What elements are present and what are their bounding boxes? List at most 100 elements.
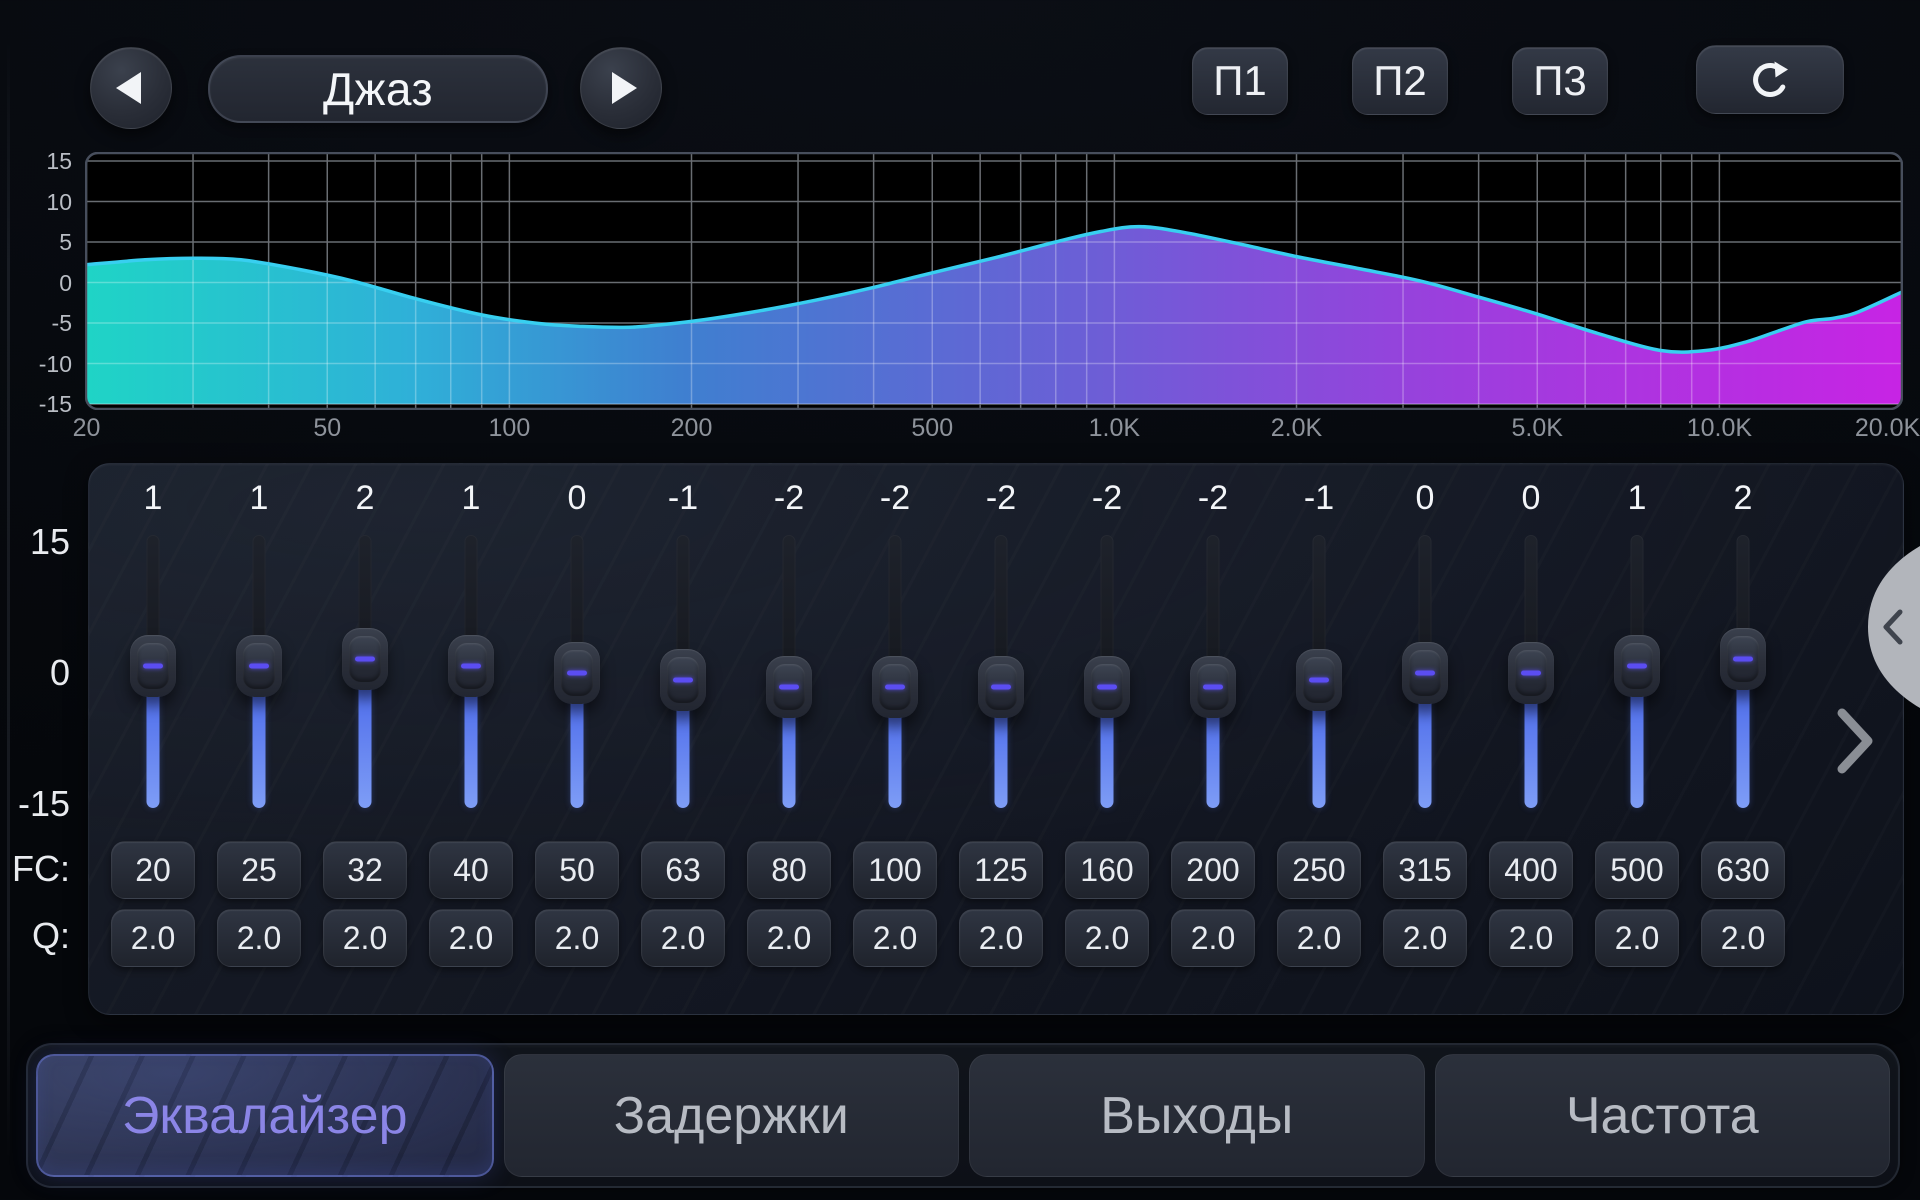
fader-handle[interactable] xyxy=(1614,635,1660,697)
fader-handle-inner xyxy=(455,643,487,689)
y-tick-label: -5 xyxy=(0,308,72,338)
fader-handle[interactable] xyxy=(1190,656,1236,718)
x-tick-label: 50 xyxy=(282,413,372,443)
q-value-button[interactable]: 2.0 xyxy=(959,909,1043,967)
fc-value-button[interactable]: 160 xyxy=(1065,841,1149,899)
q-value-button[interactable]: 2.0 xyxy=(323,909,407,967)
q-value-button[interactable]: 2.0 xyxy=(1383,909,1467,967)
q-value-button[interactable]: 2.0 xyxy=(1701,909,1785,967)
q-value-button[interactable]: 2.0 xyxy=(217,909,301,967)
fc-value-button[interactable]: 63 xyxy=(641,841,725,899)
memory-preset-3-button[interactable]: П3 xyxy=(1512,47,1608,115)
fader-handle[interactable] xyxy=(1720,628,1766,690)
fc-value-button[interactable]: 500 xyxy=(1595,841,1679,899)
eq-band: 1 40 2.0 xyxy=(418,463,524,1013)
eq-band: -2 200 2.0 xyxy=(1160,463,1266,1013)
fc-value-button[interactable]: 50 xyxy=(535,841,619,899)
band-gain-value: 1 xyxy=(1584,479,1690,518)
fc-row-label: FC: xyxy=(0,847,70,891)
fader-handle[interactable] xyxy=(1402,642,1448,704)
x-tick-label: 500 xyxy=(887,413,977,443)
handle-grip-icon xyxy=(567,671,587,676)
fc-value-button[interactable]: 80 xyxy=(747,841,831,899)
fader-handle-inner xyxy=(243,643,275,689)
fc-value-button[interactable]: 200 xyxy=(1171,841,1255,899)
fc-value-button[interactable]: 125 xyxy=(959,841,1043,899)
band-gain-value: -1 xyxy=(630,479,736,518)
fader-handle-inner xyxy=(1197,664,1229,710)
q-value-button[interactable]: 2.0 xyxy=(641,909,725,967)
handle-grip-icon xyxy=(1309,678,1329,683)
fader-handle[interactable] xyxy=(130,635,176,697)
eq-band: 0 400 2.0 xyxy=(1478,463,1584,1013)
fc-value-button[interactable]: 630 xyxy=(1701,841,1785,899)
handle-grip-icon xyxy=(991,685,1011,690)
fc-value-button[interactable]: 32 xyxy=(323,841,407,899)
side-drawer-handle[interactable] xyxy=(1862,540,1920,715)
tab-frequency[interactable]: Частота xyxy=(1435,1054,1891,1177)
handle-grip-icon xyxy=(461,663,481,668)
tab-delays-label: Задержки xyxy=(614,1086,849,1146)
band-gain-value: 2 xyxy=(312,479,418,518)
tab-equalizer[interactable]: Эквалайзер xyxy=(36,1054,494,1177)
preset-name-label: Джаз xyxy=(323,62,433,116)
memory-preset-2-button[interactable]: П2 xyxy=(1352,47,1448,115)
preset-next-button[interactable] xyxy=(580,47,662,129)
handle-grip-icon xyxy=(885,685,905,690)
q-value-button[interactable]: 2.0 xyxy=(111,909,195,967)
fc-value-button[interactable]: 100 xyxy=(853,841,937,899)
y-tick-label: 10 xyxy=(0,187,72,217)
fc-value-button[interactable]: 250 xyxy=(1277,841,1361,899)
memory-preset-2-label: П2 xyxy=(1373,57,1427,105)
preset-name-display[interactable]: Джаз xyxy=(208,55,548,123)
eq-response-plot xyxy=(85,152,1903,410)
band-gain-value: 1 xyxy=(418,479,524,518)
band-gain-value: 0 xyxy=(524,479,630,518)
q-row-label: Q: xyxy=(0,914,70,958)
next-bands-page-button[interactable] xyxy=(1832,704,1884,778)
fader-handle[interactable] xyxy=(236,635,282,697)
bottom-tab-bar: Эквалайзер Задержки Выходы Частота xyxy=(26,1043,1900,1188)
x-tick-label: 100 xyxy=(464,413,554,443)
band-gain-value: 0 xyxy=(1372,479,1478,518)
triangle-right-icon xyxy=(612,72,637,104)
fc-value-button[interactable]: 20 xyxy=(111,841,195,899)
eq-band: -2 80 2.0 xyxy=(736,463,842,1013)
tab-outputs[interactable]: Выходы xyxy=(969,1054,1425,1177)
fader-handle[interactable] xyxy=(1296,649,1342,711)
memory-preset-1-button[interactable]: П1 xyxy=(1192,47,1288,115)
preset-prev-button[interactable] xyxy=(90,47,172,129)
fader-handle-inner xyxy=(985,664,1017,710)
y-tick-label: 5 xyxy=(0,227,72,257)
q-value-button[interactable]: 2.0 xyxy=(1277,909,1361,967)
handle-grip-icon xyxy=(1097,685,1117,690)
fc-value-button[interactable]: 400 xyxy=(1489,841,1573,899)
fader-handle-inner xyxy=(349,636,381,682)
eq-band: 2 32 2.0 xyxy=(312,463,418,1013)
tab-outputs-label: Выходы xyxy=(1100,1086,1293,1146)
fc-value-button[interactable]: 315 xyxy=(1383,841,1467,899)
q-value-button[interactable]: 2.0 xyxy=(1065,909,1149,967)
fader-handle[interactable] xyxy=(660,649,706,711)
q-value-button[interactable]: 2.0 xyxy=(1171,909,1255,967)
fader-handle[interactable] xyxy=(1084,656,1130,718)
fader-handle[interactable] xyxy=(978,656,1024,718)
fader-handle[interactable] xyxy=(554,642,600,704)
fader-handle[interactable] xyxy=(766,656,812,718)
reset-button[interactable] xyxy=(1696,45,1844,114)
fader-handle[interactable] xyxy=(448,635,494,697)
q-value-button[interactable]: 2.0 xyxy=(747,909,831,967)
q-value-button[interactable]: 2.0 xyxy=(535,909,619,967)
fader-handle[interactable] xyxy=(342,628,388,690)
x-tick-label: 5.0K xyxy=(1492,413,1582,443)
q-value-button[interactable]: 2.0 xyxy=(1489,909,1573,967)
fc-value-button[interactable]: 40 xyxy=(429,841,513,899)
fader-handle[interactable] xyxy=(872,656,918,718)
tab-delays[interactable]: Задержки xyxy=(504,1054,960,1177)
q-value-button[interactable]: 2.0 xyxy=(429,909,513,967)
fc-value-button[interactable]: 25 xyxy=(217,841,301,899)
fader-handle[interactable] xyxy=(1508,642,1554,704)
q-value-button[interactable]: 2.0 xyxy=(1595,909,1679,967)
fader-handle-inner xyxy=(1515,650,1547,696)
q-value-button[interactable]: 2.0 xyxy=(853,909,937,967)
